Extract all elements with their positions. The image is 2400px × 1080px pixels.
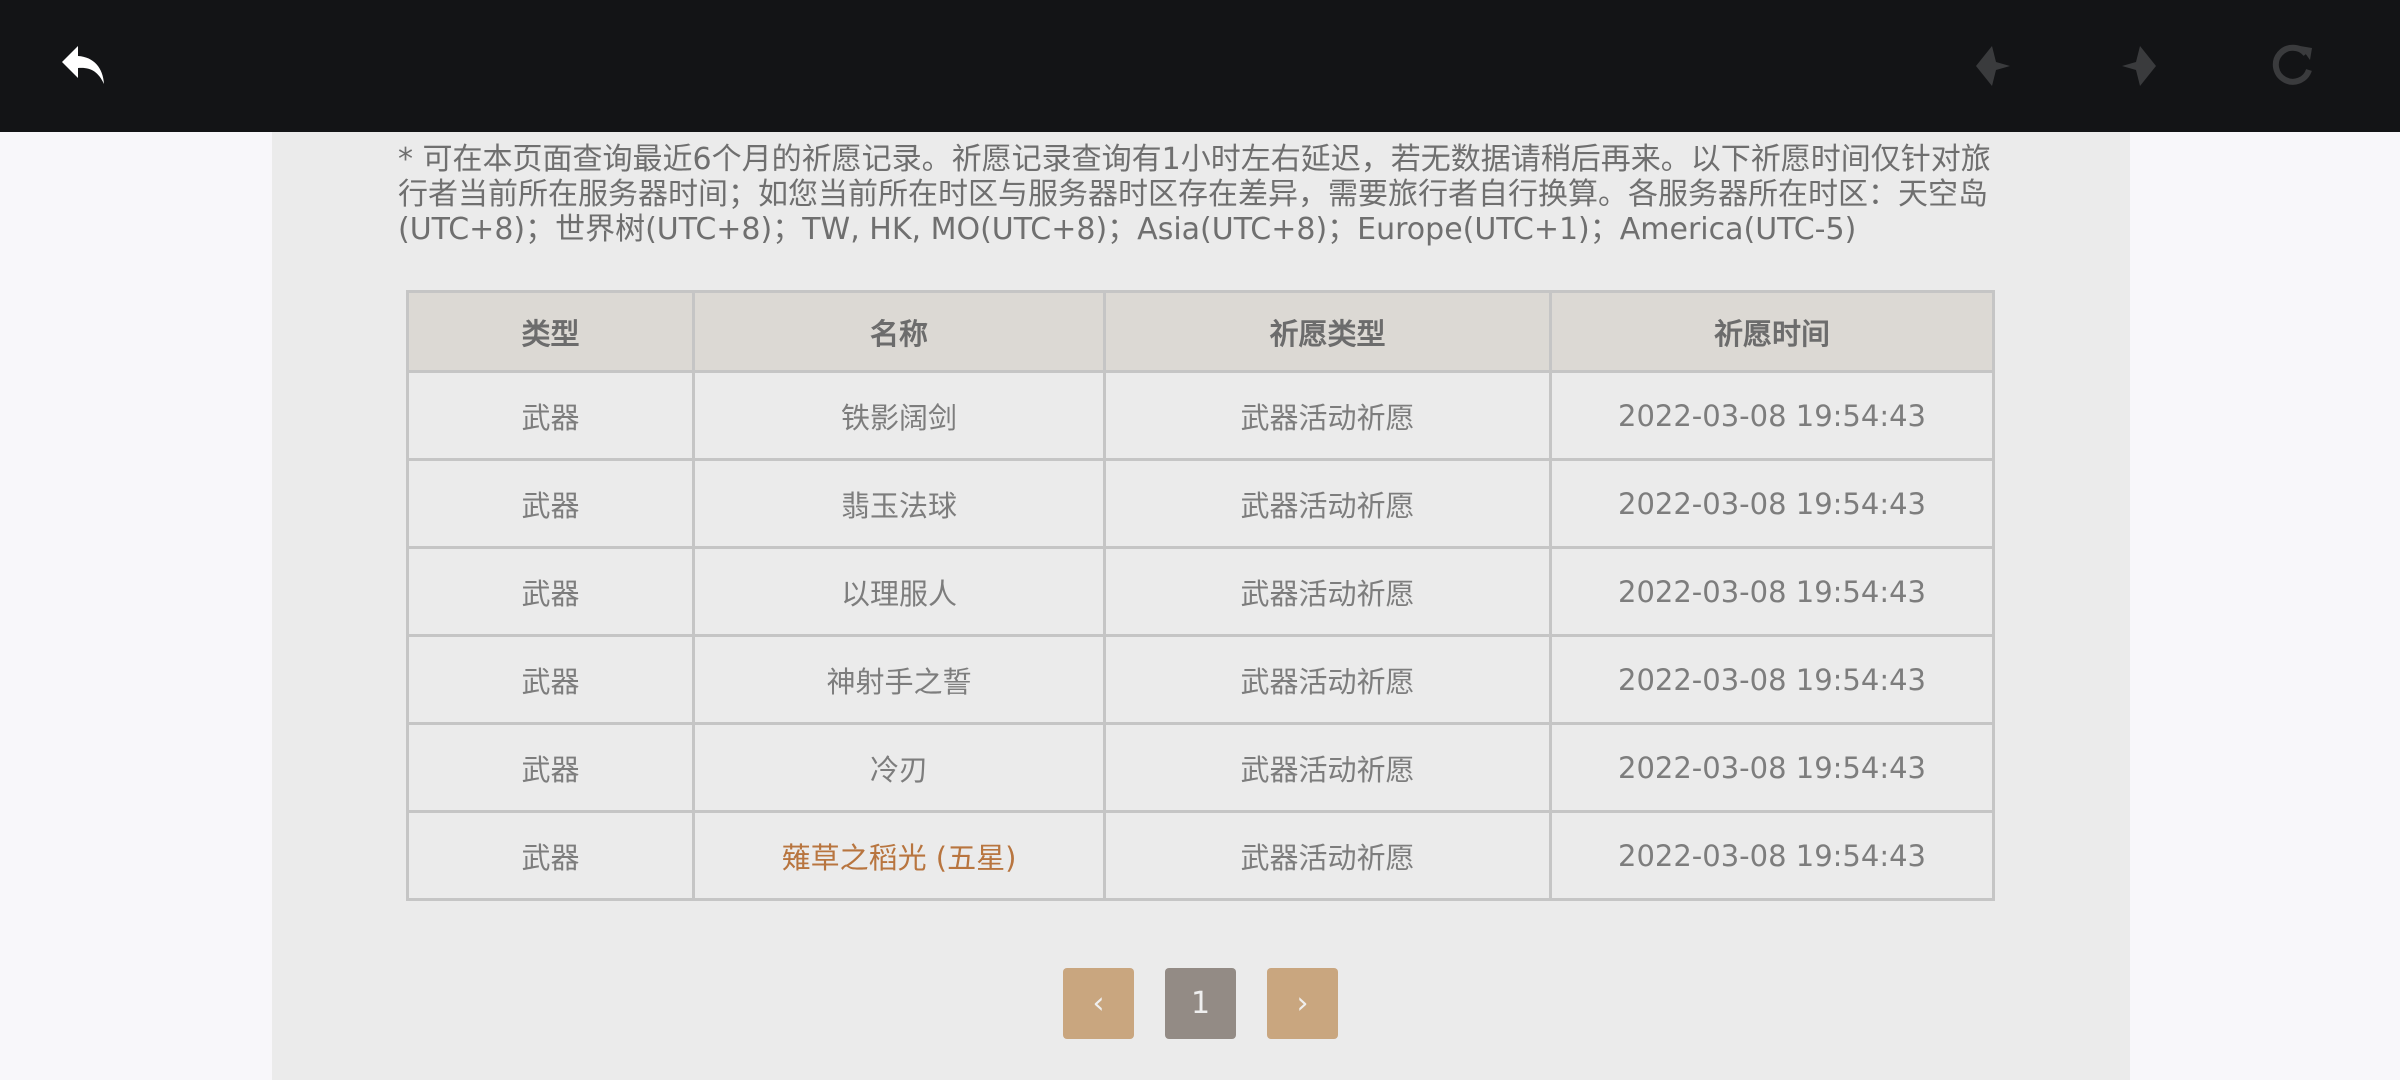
cell-wish-type: 武器活动祈愿 [1103, 722, 1552, 813]
table-header-row: 类型 名称 祈愿类型 祈愿时间 [406, 290, 1995, 373]
column-header-name: 名称 [692, 290, 1106, 373]
pagination-prev-button[interactable]: ‹ [1063, 968, 1134, 1039]
cell-type: 武器 [406, 722, 695, 813]
prev-icon [1976, 46, 2010, 86]
column-header-wish-time: 祈愿时间 [1549, 290, 1995, 373]
pagination: ‹ 1 › [272, 968, 2130, 1040]
prev-page-button[interactable] [1956, 30, 2028, 102]
cell-wish-time: 2022-03-08 19:54:43 [1549, 634, 1995, 725]
column-header-type: 类型 [406, 290, 695, 373]
cell-name: 冷刃 [692, 722, 1106, 813]
back-arrow-icon [62, 46, 104, 84]
cell-wish-type: 武器活动祈愿 [1103, 810, 1552, 901]
cell-type: 武器 [406, 634, 695, 725]
cell-name: 翡玉法球 [692, 458, 1106, 549]
cell-name-five-star: 薙草之稻光 (五星) [692, 810, 1106, 901]
cell-name: 铁影阔剑 [692, 370, 1106, 461]
refresh-button[interactable] [2256, 30, 2328, 102]
next-page-button[interactable] [2104, 30, 2176, 102]
wish-history-panel: * 可在本页面查询最近6个月的祈愿记录。祈愿记录查询有1小时左右延迟，若无数据请… [272, 132, 2130, 1080]
cell-wish-type: 武器活动祈愿 [1103, 458, 1552, 549]
cell-wish-time: 2022-03-08 19:54:43 [1549, 810, 1995, 901]
notice-text: * 可在本页面查询最近6个月的祈愿记录。祈愿记录查询有1小时左右延迟，若无数据请… [398, 142, 1991, 247]
cell-wish-time: 2022-03-08 19:54:43 [1549, 370, 1995, 461]
cell-type: 武器 [406, 370, 695, 461]
table-row: 武器 以理服人 武器活动祈愿 2022-03-08 19:54:43 [406, 546, 1995, 637]
back-button[interactable] [48, 30, 120, 102]
cell-name: 以理服人 [692, 546, 1106, 637]
pagination-next-button[interactable]: › [1267, 968, 1338, 1039]
cell-type: 武器 [406, 458, 695, 549]
cell-wish-type: 武器活动祈愿 [1103, 634, 1552, 725]
pagination-page-1[interactable]: 1 [1165, 968, 1236, 1039]
wish-records-table: 类型 名称 祈愿类型 祈愿时间 武器 铁影阔剑 武器活动祈愿 2022-03-0… [406, 290, 1995, 901]
cell-wish-time: 2022-03-08 19:54:43 [1549, 722, 1995, 813]
next-icon [2122, 46, 2156, 86]
table-row: 武器 神射手之誓 武器活动祈愿 2022-03-08 19:54:43 [406, 634, 1995, 725]
column-header-wish-type: 祈愿类型 [1103, 290, 1552, 373]
cell-type: 武器 [406, 810, 695, 901]
cell-type: 武器 [406, 546, 695, 637]
table-row: 武器 冷刃 武器活动祈愿 2022-03-08 19:54:43 [406, 722, 1995, 813]
cell-wish-time: 2022-03-08 19:54:43 [1549, 458, 1995, 549]
table-row: 武器 铁影阔剑 武器活动祈愿 2022-03-08 19:54:43 [406, 370, 1995, 461]
cell-wish-time: 2022-03-08 19:54:43 [1549, 546, 1995, 637]
table-row: 武器 薙草之稻光 (五星) 武器活动祈愿 2022-03-08 19:54:43 [406, 810, 1995, 901]
cell-wish-type: 武器活动祈愿 [1103, 370, 1552, 461]
refresh-icon [2272, 44, 2312, 85]
top-toolbar [0, 0, 2400, 132]
table-row: 武器 翡玉法球 武器活动祈愿 2022-03-08 19:54:43 [406, 458, 1995, 549]
cell-name: 神射手之誓 [692, 634, 1106, 725]
cell-wish-type: 武器活动祈愿 [1103, 546, 1552, 637]
